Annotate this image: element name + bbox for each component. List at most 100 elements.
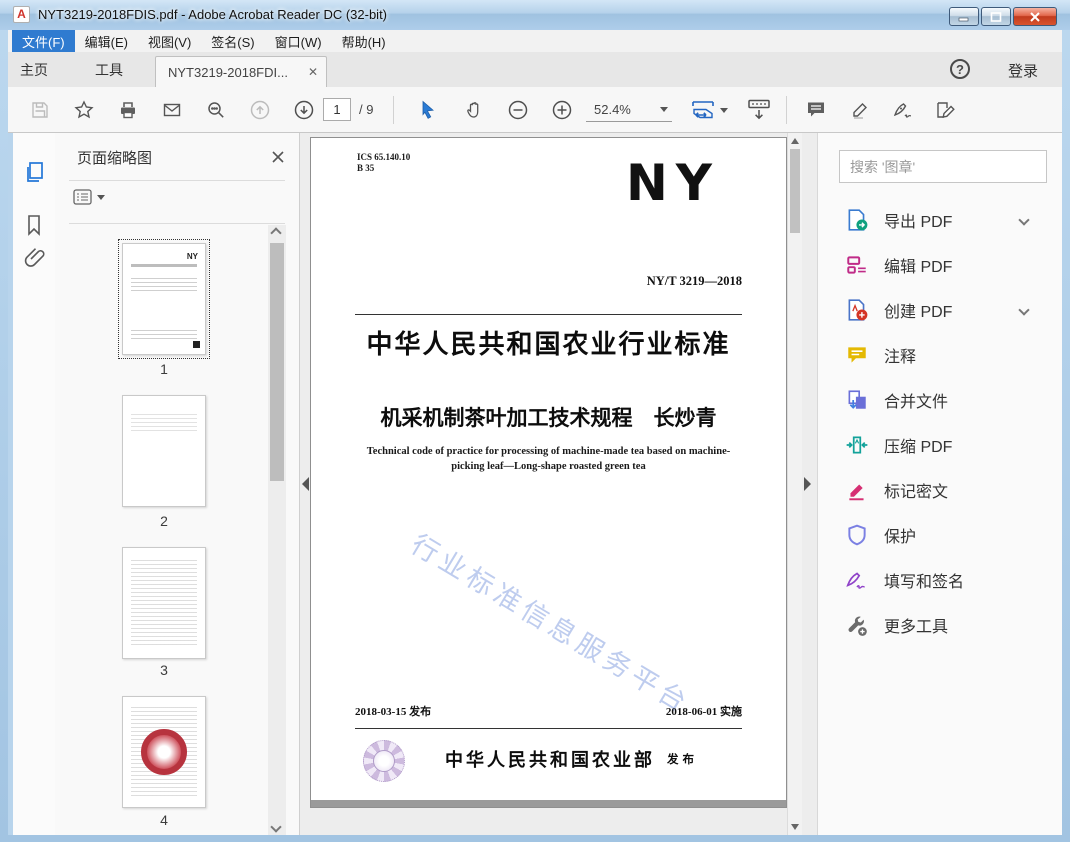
print-button[interactable] — [116, 98, 140, 122]
next-page-button[interactable] — [292, 98, 316, 122]
save-icon — [32, 102, 48, 118]
zoom-level-value: 52.4% — [594, 102, 631, 117]
watermark-text: 行业标准信息服务平台 — [405, 529, 696, 720]
thumbnail-mini-logo: NY — [186, 252, 198, 261]
toolbar-separator — [393, 96, 394, 124]
help-icon[interactable]: ? — [950, 59, 970, 79]
seal-watermark — [141, 729, 187, 775]
attachments-rail-button[interactable] — [24, 245, 46, 276]
sign-button[interactable] — [892, 98, 916, 122]
document-scrollbar[interactable] — [787, 133, 802, 835]
bookmarks-rail-button[interactable] — [24, 213, 44, 242]
bookmark-icon — [28, 215, 40, 236]
search-button[interactable] — [204, 98, 228, 122]
save-button[interactable] — [28, 98, 52, 122]
tool-compress-pdf[interactable]: 压缩 PDF — [844, 429, 1054, 461]
tab-home[interactable]: 主页 — [20, 52, 48, 87]
chevron-down-icon[interactable] — [1018, 304, 1030, 316]
menu-file[interactable]: 文件(F) — [12, 30, 75, 52]
tool-fill-sign[interactable]: 填写和签名 — [844, 564, 1054, 596]
collapse-left-panel-icon[interactable] — [302, 477, 309, 491]
tab-document-label: NYT3219-2018FDI... — [168, 64, 288, 80]
document-title-en: Technical code of practice for processin… — [366, 446, 731, 472]
star-icon — [74, 100, 94, 119]
close-button[interactable] — [1013, 7, 1057, 26]
scroll-down-icon[interactable] — [270, 821, 282, 833]
thumbnail-page-4[interactable] — [122, 696, 206, 808]
select-tool-button[interactable] — [416, 98, 440, 122]
fit-width-button[interactable] — [688, 98, 718, 122]
dates-row: 2018-03-15 发布 2018-06-01 实施 — [355, 703, 742, 729]
comment-button[interactable] — [804, 98, 828, 122]
chevron-down-icon[interactable] — [1018, 214, 1030, 226]
page-number-input[interactable] — [323, 98, 351, 121]
publisher-name: 中华人民共和国农业部 — [445, 750, 655, 770]
tab-tools[interactable]: 工具 — [95, 52, 123, 87]
menu-view[interactable]: 视图(V) — [138, 30, 201, 52]
tool-export-pdf[interactable]: 导出 PDF — [844, 204, 1054, 236]
pdf-page: ICS 65.140.10 B 35 NY 中华人民共和国农业行业标准 NY/T… — [310, 137, 787, 808]
thumbnail-page-1[interactable]: NY — [118, 239, 210, 359]
comment-icon — [844, 342, 870, 368]
panel-close-icon[interactable] — [271, 150, 285, 164]
signature-pen-icon — [893, 103, 912, 118]
plus-circle-icon — [552, 100, 572, 120]
chevron-down-icon — [660, 107, 668, 112]
thumbnail-page-3[interactable] — [122, 547, 206, 659]
scrollbar-thumb[interactable] — [790, 149, 800, 233]
acrobat-window: A NYT3219-2018FDIS.pdf - Adobe Acrobat R… — [0, 0, 1070, 842]
menu-window[interactable]: 窗口(W) — [265, 30, 332, 52]
hand-icon — [467, 102, 479, 118]
zoom-level-dropdown[interactable]: 52.4% — [586, 98, 672, 122]
page-display-icon — [748, 99, 770, 120]
email-button[interactable] — [160, 98, 184, 122]
zoom-out-button[interactable] — [506, 98, 530, 122]
page-display-button[interactable] — [744, 98, 774, 122]
tool-comment[interactable]: 注释 — [844, 339, 1054, 371]
main-area: 页面缩略图 NY 1 2 3 4 ICS 65.140.10 B 35 NY 中… — [8, 133, 1062, 835]
menu-sign[interactable]: 签名(S) — [201, 30, 264, 52]
fit-width-dropdown[interactable] — [718, 98, 730, 122]
tool-protect[interactable]: 保护 — [844, 519, 1054, 551]
page-thumbnails-icon — [27, 162, 43, 182]
fill-sign-pen-icon — [844, 567, 870, 593]
scroll-down-icon[interactable] — [791, 824, 799, 830]
page-thumbnails-rail-button[interactable] — [24, 160, 46, 189]
fill-sign-button[interactable] — [934, 98, 958, 122]
edit-pdf-icon — [844, 252, 870, 278]
thumbnails-scrollbar[interactable] — [268, 225, 286, 835]
tab-close-icon[interactable]: ✕ — [308, 65, 318, 79]
scrollbar-thumb[interactable] — [270, 243, 284, 481]
publisher-row: 中华人民共和国农业部 发布 — [401, 746, 742, 772]
tool-create-pdf[interactable]: 创建 PDF — [844, 294, 1054, 326]
hand-tool-button[interactable] — [462, 98, 486, 122]
divider — [69, 180, 285, 181]
login-button[interactable]: 登录 — [1008, 60, 1038, 81]
highlight-button[interactable] — [848, 98, 872, 122]
favorites-button[interactable] — [72, 98, 96, 122]
thumbnail-label: 3 — [160, 662, 168, 678]
protect-shield-icon — [844, 522, 870, 548]
thumbnail-page-2[interactable] — [122, 395, 206, 507]
collapse-right-panel-icon[interactable] — [804, 477, 811, 491]
tool-more-tools[interactable]: 更多工具 — [844, 609, 1054, 641]
tab-document[interactable]: NYT3219-2018FDI... ✕ — [155, 56, 327, 87]
tools-panel: 导出 PDF 编辑 PDF 创建 PDF 注释 — [817, 133, 1062, 835]
scroll-up-icon[interactable] — [791, 138, 799, 144]
navigation-rail — [8, 133, 55, 835]
minimize-icon — [958, 17, 969, 21]
arrow-down-circle-icon — [294, 100, 314, 120]
menu-help[interactable]: 帮助(H) — [332, 30, 396, 52]
acrobat-app-icon: A — [13, 6, 30, 23]
scroll-up-icon[interactable] — [270, 227, 282, 239]
thumbnails-options-button[interactable] — [73, 189, 105, 205]
tool-redact[interactable]: 标记密文 — [844, 474, 1054, 506]
minimize-button[interactable] — [949, 7, 979, 26]
tool-edit-pdf[interactable]: 编辑 PDF — [844, 249, 1054, 281]
tools-search-input[interactable] — [839, 150, 1047, 183]
previous-page-button[interactable] — [248, 98, 272, 122]
tool-combine-files[interactable]: 合并文件 — [844, 384, 1054, 416]
zoom-in-button[interactable] — [550, 98, 574, 122]
menu-edit[interactable]: 编辑(E) — [75, 30, 138, 52]
maximize-button[interactable] — [981, 7, 1011, 26]
